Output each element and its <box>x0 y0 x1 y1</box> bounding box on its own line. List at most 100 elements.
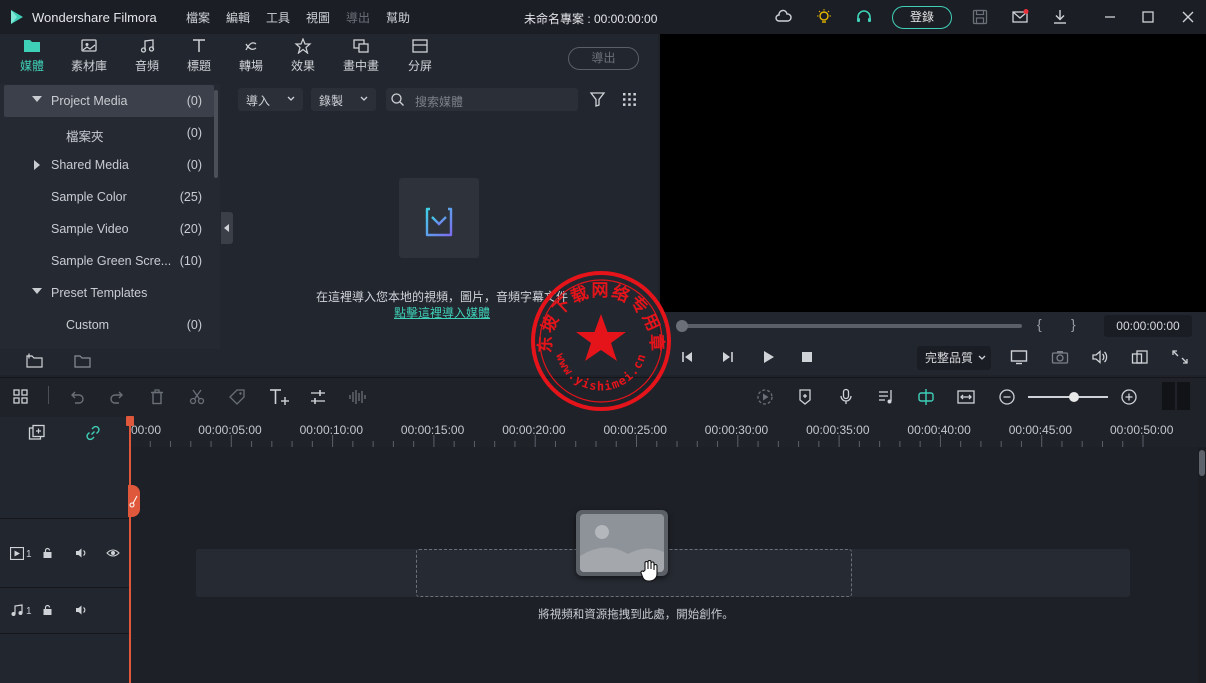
collapse-panel-handle[interactable] <box>221 212 233 244</box>
tree-item-preset-templates[interactable]: Preset Templates <box>4 277 214 309</box>
tab-split-screen[interactable]: 分屏 <box>394 38 446 74</box>
snap-magnet-icon[interactable] <box>916 388 936 406</box>
tree-item-sample-green-screen[interactable]: Sample Green Scre... (10) <box>4 245 214 277</box>
speaker-icon[interactable] <box>75 547 88 559</box>
mail-notification-icon[interactable] <box>1011 8 1029 26</box>
mark-out-bracket[interactable]: } <box>1071 316 1076 332</box>
cloud-icon[interactable] <box>775 8 793 26</box>
stop-icon[interactable] <box>801 351 813 363</box>
add-text-icon[interactable] <box>268 387 290 407</box>
render-preview-icon[interactable] <box>756 388 774 406</box>
undo-icon[interactable] <box>68 388 86 406</box>
tree-item-count: (25) <box>179 190 202 204</box>
speaker-icon[interactable] <box>75 604 88 616</box>
tab-audio[interactable]: 音頻 <box>121 38 173 74</box>
tab-stock[interactable]: 素材庫 <box>63 38 115 74</box>
login-button[interactable]: 登錄 <box>892 6 952 29</box>
download-icon[interactable] <box>1051 8 1069 26</box>
tree-scrollbar[interactable] <box>214 90 218 178</box>
playhead-split-tab[interactable] <box>128 485 140 517</box>
tab-transitions[interactable]: 轉場 <box>225 38 277 74</box>
mark-in-bracket[interactable]: { <box>1037 316 1042 332</box>
redo-icon[interactable] <box>108 388 126 406</box>
zoom-slider-track[interactable] <box>1028 396 1108 398</box>
export-button[interactable]: 導出 <box>568 47 639 70</box>
new-folder-icon[interactable] <box>26 353 44 369</box>
folder-outline-icon[interactable] <box>74 353 92 369</box>
minimize-icon[interactable] <box>1101 8 1119 26</box>
menu-help[interactable]: 幫助 <box>386 9 410 26</box>
fullscreen-expand-icon[interactable] <box>1171 349 1189 365</box>
ruler-time-label: 00:00:40:00 <box>907 423 971 437</box>
import-dropdown[interactable]: 導入 <box>238 88 303 111</box>
tree-item-project-media[interactable]: Project Media (0) <box>4 85 214 117</box>
headset-support-icon[interactable] <box>855 8 873 26</box>
scrollbar-thumb[interactable] <box>1199 450 1205 476</box>
save-icon[interactable] <box>971 8 989 26</box>
playhead-handle[interactable] <box>126 416 134 426</box>
menu-view[interactable]: 視圖 <box>306 9 330 26</box>
play-icon[interactable] <box>761 350 775 364</box>
volume-icon[interactable] <box>1091 349 1109 365</box>
lock-icon[interactable] <box>42 547 54 559</box>
eye-visibility-icon[interactable] <box>106 548 120 558</box>
add-track-icon[interactable] <box>28 424 46 442</box>
media-search-input[interactable]: 搜索媒體 <box>386 88 578 111</box>
ruler-time-label: 00:00 <box>131 423 162 437</box>
tree-item-custom[interactable]: Custom (0) <box>4 309 214 341</box>
lightbulb-icon[interactable] <box>815 8 833 26</box>
menu-file[interactable]: 檔案 <box>186 9 210 26</box>
timeline-vertical-scrollbar[interactable] <box>1198 447 1206 683</box>
import-media-button[interactable] <box>399 178 479 258</box>
display-monitor-icon[interactable] <box>1010 349 1028 365</box>
cut-scissors-icon[interactable] <box>188 388 206 406</box>
pip-toggle-icon[interactable] <box>1131 349 1149 365</box>
marker-shield-icon[interactable] <box>796 388 814 406</box>
grid-view-icon[interactable] <box>621 91 638 108</box>
step-back-icon[interactable] <box>680 350 694 364</box>
menu-tools[interactable]: 工具 <box>266 9 290 26</box>
step-forward-icon[interactable] <box>721 350 735 364</box>
snapshot-camera-icon[interactable] <box>1051 349 1069 365</box>
ruler-time-label: 00:00:10:00 <box>299 423 363 437</box>
maximize-icon[interactable] <box>1139 8 1157 26</box>
lock-icon[interactable] <box>42 604 54 616</box>
ruler-time-label: 00:00:30:00 <box>704 423 769 437</box>
audio-mixer-icon[interactable] <box>877 388 895 406</box>
tree-item-sample-video[interactable]: Sample Video (20) <box>4 213 214 245</box>
adjust-sliders-icon[interactable] <box>309 388 327 406</box>
zoom-in-icon[interactable] <box>1120 388 1138 406</box>
folder-icon <box>23 38 41 54</box>
menu-edit[interactable]: 編輯 <box>226 9 250 26</box>
layout-grid-icon[interactable] <box>12 388 30 406</box>
delete-trash-icon[interactable] <box>148 388 166 406</box>
tab-pip[interactable]: 畫中畫 <box>335 38 387 74</box>
preview-screen[interactable] <box>660 34 1206 312</box>
tree-item-shared-media[interactable]: Shared Media (0) <box>4 149 214 181</box>
fit-timeline-icon[interactable] <box>956 388 976 406</box>
tab-effects[interactable]: 效果 <box>277 38 329 74</box>
menu-export[interactable]: 導出 <box>346 9 370 26</box>
filter-icon[interactable] <box>589 91 606 108</box>
playhead-line[interactable] <box>129 417 131 683</box>
tab-titles[interactable]: 標題 <box>173 38 225 74</box>
zoom-out-icon[interactable] <box>998 388 1016 406</box>
audio-waveform-icon[interactable] <box>348 388 366 406</box>
zoom-slider-handle[interactable] <box>1069 392 1079 402</box>
preview-seek-bar[interactable] <box>680 324 1022 328</box>
tree-item-folder[interactable]: 檔案夾 (0) <box>4 117 214 149</box>
tree-footer <box>0 349 220 375</box>
tree-item-sample-color[interactable]: Sample Color (25) <box>4 181 214 213</box>
tab-media[interactable]: 媒體 <box>6 38 58 74</box>
close-icon[interactable] <box>1179 8 1197 26</box>
record-dropdown[interactable]: 錄製 <box>311 88 376 111</box>
seek-handle[interactable] <box>676 320 688 332</box>
microphone-icon[interactable] <box>837 388 855 406</box>
import-download-icon <box>425 202 453 237</box>
audio-track-number: 1 <box>26 606 32 617</box>
audio-track-header: 1 <box>0 588 130 634</box>
link-chain-icon[interactable] <box>84 424 102 442</box>
quality-dropdown[interactable]: 完整品質 <box>917 346 991 370</box>
tag-label-icon[interactable] <box>228 388 246 406</box>
caret-down-icon <box>32 96 42 102</box>
